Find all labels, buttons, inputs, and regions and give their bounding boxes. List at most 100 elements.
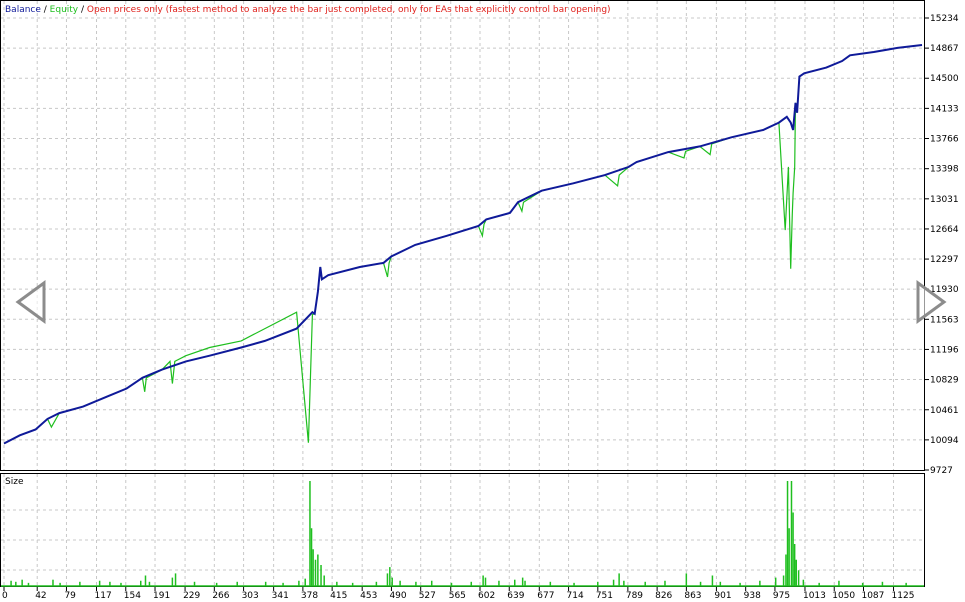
- chart-legend: Balance / Equity / Open prices only (fas…: [5, 5, 611, 15]
- x-tick-label: 1050: [832, 591, 855, 601]
- size-bar: [309, 481, 311, 586]
- size-bar: [10, 580, 12, 586]
- legend-equity: Equity: [49, 5, 79, 15]
- size-bar: [120, 582, 122, 586]
- y-tick-label: 14867: [930, 44, 959, 54]
- size-bar: [15, 581, 17, 586]
- size-bar: [514, 579, 516, 586]
- size-bar: [818, 582, 820, 586]
- size-bar: [618, 573, 620, 586]
- y-axis: 15234 14867 14500 14133 13766 13398 13031 12664…: [924, 14, 959, 476]
- size-bar: [320, 565, 322, 586]
- size-bar: [298, 580, 300, 586]
- size-bar: [802, 579, 805, 586]
- legend-test-mode: Open prices only (fastest method to anal…: [86, 5, 611, 15]
- size-bar: [415, 581, 417, 586]
- y-tick-label: 12664: [930, 225, 959, 235]
- size-bar: [312, 549, 314, 586]
- next-arrow-icon[interactable]: [914, 280, 948, 324]
- size-bar: [79, 581, 81, 586]
- size-bar: [623, 580, 625, 586]
- size-bar: [786, 481, 789, 586]
- x-axis: 0 42 79 117 154 191 229 266 303 341 378 415 453 490 52…: [2, 587, 914, 601]
- size-bar: [144, 575, 147, 586]
- size-bar: [521, 577, 524, 586]
- size-bar: [236, 581, 238, 586]
- size-bar: [323, 575, 325, 586]
- size-bar: [699, 581, 702, 586]
- size-bar: [792, 512, 794, 586]
- y-tick-label: 13398: [930, 165, 959, 175]
- size-bar: [644, 581, 646, 586]
- size-bar: [27, 582, 30, 586]
- size-bar: [498, 580, 500, 586]
- x-tick-label: 1013: [803, 591, 826, 601]
- size-bar: [774, 577, 777, 586]
- backtest-chart: 15234 14867 14500 14133 13766 13398 13031 12664…: [0, 0, 959, 601]
- y-tick-label: 10461: [930, 406, 959, 416]
- size-bar: [573, 582, 575, 586]
- size-bar: [549, 581, 552, 586]
- x-tick-label: 565: [449, 591, 466, 601]
- x-tick-label: 901: [714, 591, 731, 601]
- size-bar: [795, 559, 797, 586]
- size-bar: [399, 580, 401, 586]
- size-bar: [905, 582, 907, 586]
- x-tick-label: 415: [330, 591, 347, 601]
- size-bar: [21, 579, 23, 586]
- x-tick-label: 453: [360, 591, 377, 601]
- size-bar: [711, 575, 714, 586]
- size-bar: [264, 581, 267, 586]
- x-tick-label: 117: [95, 591, 112, 601]
- size-bar: [391, 577, 393, 586]
- legend-separator: /: [40, 5, 50, 15]
- y-tick-label: 10094: [930, 436, 959, 446]
- x-tick-label: 490: [389, 591, 406, 601]
- size-bar: [838, 580, 840, 586]
- x-tick-label: 975: [773, 591, 790, 601]
- y-tick-label: 14500: [930, 74, 959, 84]
- size-bar: [317, 554, 319, 586]
- size-bar: [861, 582, 864, 586]
- x-tick-label: 191: [153, 591, 170, 601]
- equity-line: [3, 44, 923, 445]
- size-bar: [389, 567, 391, 586]
- size-bar: [612, 579, 615, 586]
- x-tick-label: 677: [537, 591, 554, 601]
- y-tick-label: 12297: [930, 255, 959, 265]
- size-bar: [785, 554, 787, 586]
- size-bar: [59, 582, 61, 586]
- y-tick-label: 14133: [930, 104, 959, 114]
- size-bar: [790, 481, 793, 586]
- size-panel-label: Size: [5, 477, 24, 487]
- size-bar: [375, 581, 378, 586]
- size-bar: [282, 582, 284, 586]
- size-bar: [171, 577, 174, 586]
- x-tick-label: 266: [212, 591, 229, 601]
- x-tick-label: 639: [507, 591, 524, 601]
- x-tick-label: 1125: [892, 591, 915, 601]
- size-bar: [430, 580, 433, 586]
- size-bar: [304, 578, 306, 586]
- size-bar: [314, 559, 317, 586]
- x-tick-label: 714: [567, 591, 584, 601]
- x-tick-label: 826: [655, 591, 672, 601]
- previous-arrow-icon[interactable]: [14, 280, 48, 324]
- x-tick-label: 0: [2, 591, 8, 601]
- size-bar: [685, 573, 688, 586]
- size-bar: [193, 581, 196, 586]
- x-tick-label: 1087: [861, 591, 884, 601]
- size-bar: [597, 581, 599, 586]
- size-bar: [797, 570, 800, 586]
- size-bar: [310, 528, 313, 586]
- y-tick-label: 9727: [930, 466, 953, 476]
- x-tick-label: 229: [183, 591, 200, 601]
- y-tick-label: 11196: [930, 345, 959, 355]
- x-tick-label: 789: [626, 591, 643, 601]
- size-bar: [215, 582, 218, 586]
- size-bar: [484, 577, 487, 586]
- size-bar: [664, 580, 666, 586]
- main-grid: [1, 1, 924, 470]
- size-bar: [450, 582, 453, 586]
- size-bar: [719, 581, 722, 586]
